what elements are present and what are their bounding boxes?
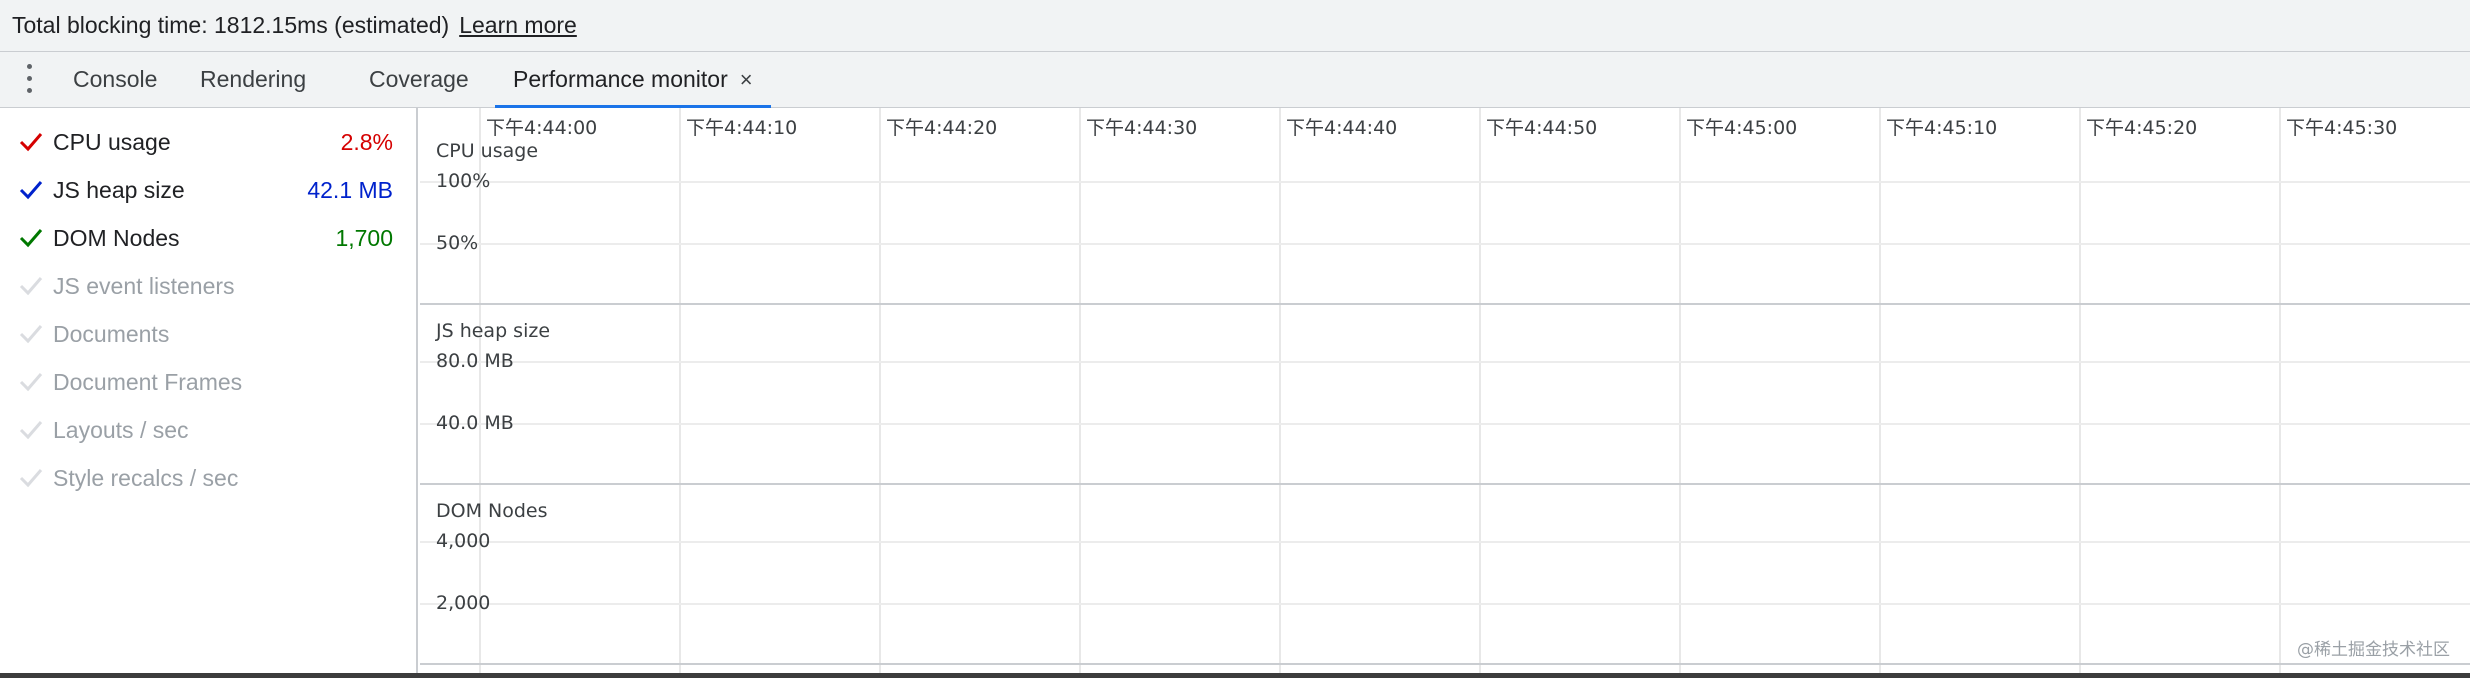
info-bar: Total blocking time: 1812.15ms (estimate…	[0, 0, 2470, 52]
check-icon	[19, 277, 43, 296]
graph-grid	[420, 108, 2470, 678]
metrics-sidebar: CPU usage 2.8% JS heap size 42.1 MB DOM …	[0, 108, 418, 678]
metric-value: 42.1 MB	[307, 177, 393, 203]
time-gridlines	[479, 108, 2281, 678]
metric-label: DOM Nodes	[53, 225, 180, 251]
metric-dom-nodes[interactable]: DOM Nodes 1,700	[0, 219, 418, 259]
tab-label: Console	[73, 66, 158, 92]
metric-cpu-usage[interactable]: CPU usage 2.8%	[0, 123, 418, 163]
time-tick: 下午4:44:00	[486, 117, 598, 139]
dom-nodes-scale-max: 4,000	[436, 530, 491, 552]
check-icon	[19, 421, 43, 440]
tab-label: Rendering	[200, 66, 307, 92]
metric-label: Style recalcs / sec	[53, 465, 239, 491]
watermark: @稀土掘金技术社区	[2297, 640, 2450, 660]
check-icon	[19, 181, 43, 200]
cpu-scale-max: 100%	[436, 170, 491, 192]
metric-document-frames[interactable]: Document Frames	[0, 363, 418, 403]
value-gridlines	[420, 181, 2470, 605]
window-bottom-edge	[0, 673, 2470, 678]
time-tick: 下午4:45:20	[2086, 117, 2198, 139]
metric-label: JS heap size	[53, 177, 185, 203]
tab-performance-monitor[interactable]: Performance monitor ×	[495, 52, 771, 108]
metric-label: CPU usage	[53, 129, 171, 155]
metric-value: 2.8%	[340, 129, 393, 155]
time-tick: 下午4:45:00	[1686, 117, 1798, 139]
close-icon[interactable]: ×	[740, 67, 753, 92]
time-tick: 下午4:45:30	[2286, 117, 2398, 139]
metric-label: Documents	[53, 321, 170, 347]
tab-rendering[interactable]: Rendering	[200, 52, 306, 107]
learn-more-link[interactable]: Learn more	[459, 12, 577, 39]
metric-layouts-per-sec[interactable]: Layouts / sec	[0, 411, 418, 451]
dom-nodes-graph-title: DOM Nodes	[436, 500, 548, 522]
metric-documents[interactable]: Documents	[0, 315, 418, 355]
total-blocking-time-message: Total blocking time: 1812.15ms (estimate…	[12, 12, 450, 38]
time-tick: 下午4:44:50	[1486, 117, 1598, 139]
more-options-icon[interactable]	[22, 62, 36, 96]
time-tick: 下午4:44:10	[686, 117, 798, 139]
tab-label: Coverage	[369, 66, 469, 92]
metric-js-heap-size[interactable]: JS heap size 42.1 MB	[0, 171, 418, 211]
tab-console[interactable]: Console	[73, 52, 157, 107]
time-tick: 下午4:44:40	[1286, 117, 1398, 139]
metric-label: JS event listeners	[53, 273, 235, 299]
time-tick: 下午4:44:20	[886, 117, 998, 139]
metric-label: Layouts / sec	[53, 417, 189, 443]
check-icon	[19, 469, 43, 488]
check-icon	[19, 133, 43, 152]
tab-coverage[interactable]: Coverage	[369, 52, 469, 107]
js-heap-graph-title: JS heap size	[436, 320, 551, 342]
metric-value: 1,700	[335, 225, 393, 251]
graph-separators	[420, 303, 2470, 665]
check-icon	[19, 229, 43, 248]
check-icon	[19, 373, 43, 392]
metric-js-event-listeners[interactable]: JS event listeners	[0, 267, 418, 307]
js-heap-scale-mid: 40.0 MB	[436, 412, 514, 434]
performance-graphs: 下午4:44:00 下午4:44:10 下午4:44:20 下午4:44:30 …	[420, 108, 2470, 678]
check-icon	[19, 325, 43, 344]
metric-label: Document Frames	[53, 369, 243, 395]
drawer-tab-bar: Console Rendering Coverage Performance m…	[0, 52, 2470, 108]
js-heap-scale-max: 80.0 MB	[436, 350, 514, 372]
dom-nodes-scale-mid: 2,000	[436, 592, 491, 614]
metric-style-recalcs-per-sec[interactable]: Style recalcs / sec	[0, 459, 418, 499]
cpu-scale-mid: 50%	[436, 232, 479, 254]
time-tick: 下午4:45:10	[1886, 117, 1998, 139]
cpu-usage-graph-title: CPU usage	[436, 140, 539, 162]
time-tick: 下午4:44:30	[1086, 117, 1198, 139]
tab-label: Performance monitor	[513, 66, 728, 92]
